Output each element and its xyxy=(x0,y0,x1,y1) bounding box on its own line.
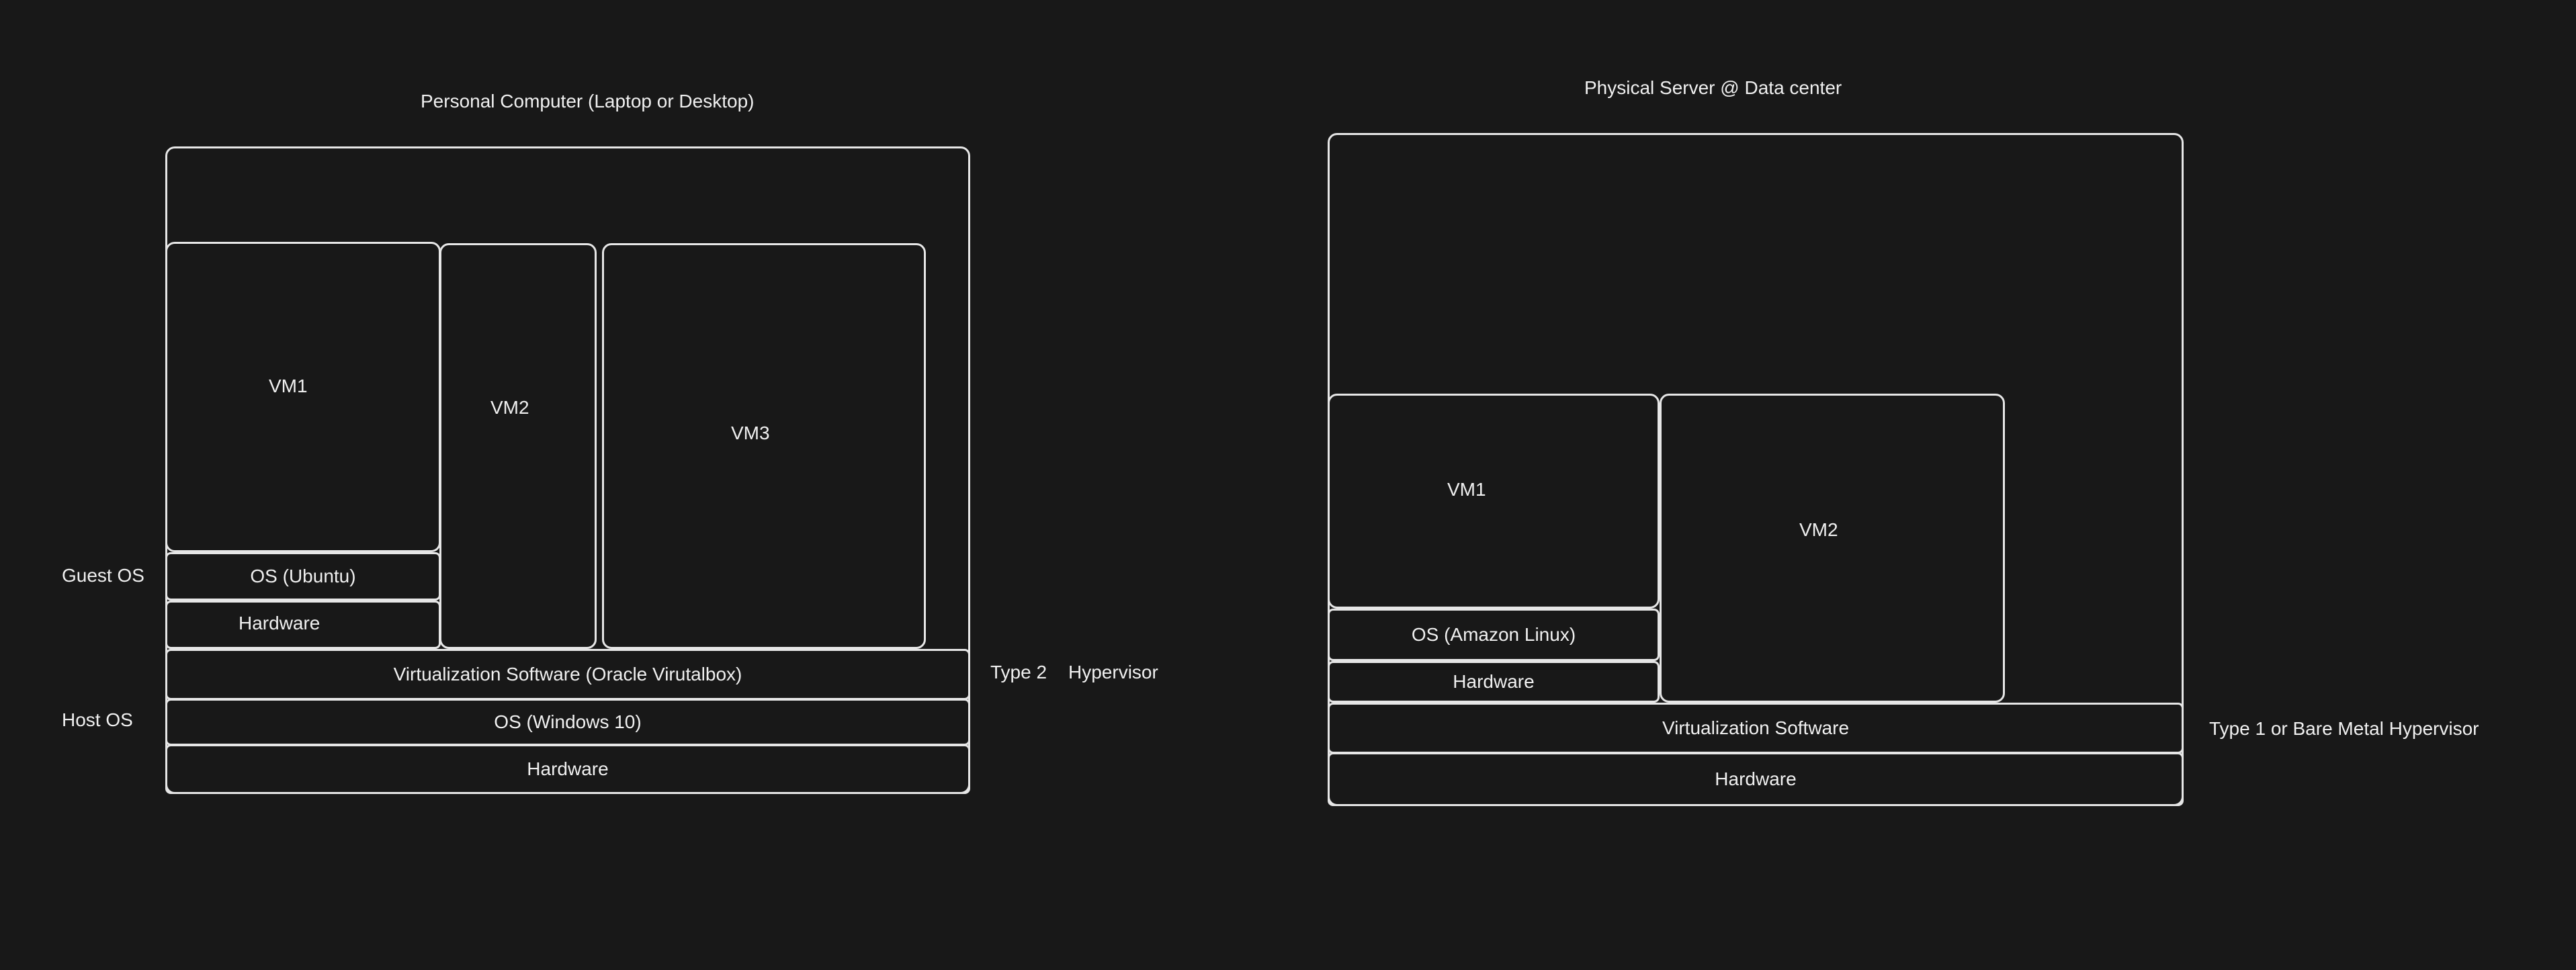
server-vm1-box xyxy=(1328,394,1660,609)
guest-os-box: OS (Ubuntu) xyxy=(165,552,441,601)
type2-label: Type 2 xyxy=(990,662,1047,682)
host-os-box: OS (Windows 10) xyxy=(165,699,970,746)
server-guest-hardware-label: Hardware xyxy=(1453,671,1535,692)
host-os-windows-label: OS (Windows 10) xyxy=(494,711,642,732)
server-guest-os-box: OS (Amazon Linux) xyxy=(1328,609,1660,661)
left-diagram-title: Personal Computer (Laptop or Desktop) xyxy=(421,91,755,112)
right-diagram-title: Physical Server @ Data center xyxy=(1584,77,1842,98)
server-vm2-label: VM2 xyxy=(1799,519,1838,540)
virtualization-software-box: Virtualization Software (Oracle Virutalb… xyxy=(165,649,970,700)
vm3-label: VM3 xyxy=(731,423,770,443)
guest-os-ubuntu-label: OS (Ubuntu) xyxy=(250,566,356,586)
server-hardware-box: Hardware xyxy=(1328,752,2184,806)
guest-os-side-label: Guest OS xyxy=(62,565,144,586)
vm2-box xyxy=(439,243,597,649)
host-os-side-label: Host OS xyxy=(62,709,133,730)
type1-hypervisor-label: Type 1 or Bare Metal Hypervisor xyxy=(2209,718,2479,739)
vm1-label: VM1 xyxy=(269,376,308,396)
host-hardware-label: Hardware xyxy=(527,758,609,779)
guest-hardware-label: Hardware xyxy=(239,613,320,633)
vm3-box xyxy=(602,243,926,649)
host-hardware-box: Hardware xyxy=(165,744,970,794)
server-virtualization-label: Virtualization Software xyxy=(1662,717,1850,738)
hypervisor-label: Hypervisor xyxy=(1068,662,1158,682)
vm2-label: VM2 xyxy=(490,397,529,418)
virtualization-software-label: Virtualization Software (Oracle Virutalb… xyxy=(393,664,742,685)
server-guest-hardware-box: Hardware xyxy=(1328,661,1660,703)
server-virtualization-box: Virtualization Software xyxy=(1328,703,2184,754)
diagram-canvas: Personal Computer (Laptop or Desktop) VM… xyxy=(0,0,2576,970)
server-hardware-label: Hardware xyxy=(1715,768,1797,789)
server-vm1-label: VM1 xyxy=(1447,479,1486,500)
server-vm2-box xyxy=(1660,394,2005,703)
server-guest-os-label: OS (Amazon Linux) xyxy=(1411,624,1576,645)
